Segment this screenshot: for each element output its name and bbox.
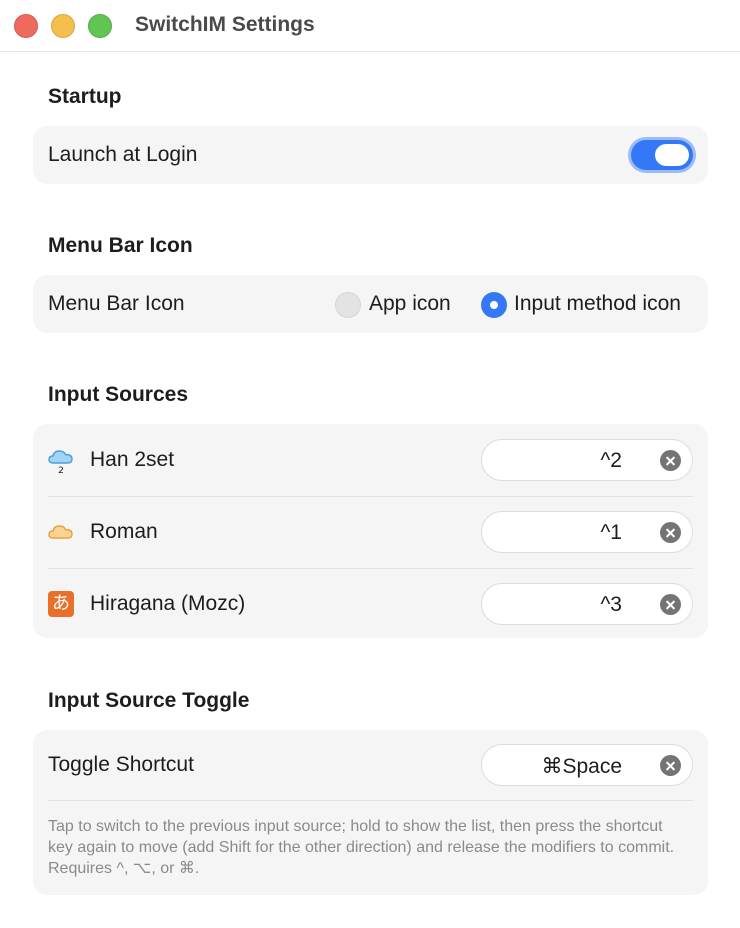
settings-window: SwitchIM Settings Startup Launch at Logi… — [0, 0, 740, 928]
shortcut-value: ^2 — [600, 449, 622, 472]
clear-shortcut-icon[interactable] — [660, 522, 681, 543]
zoom-window-button[interactable] — [88, 14, 112, 38]
shortcut-value: ^1 — [600, 521, 622, 544]
svg-text:2: 2 — [58, 466, 64, 474]
hiragana-a-icon: あ — [48, 591, 74, 617]
menu-bar-icon-label: Menu Bar Icon — [48, 292, 185, 315]
title-bar: SwitchIM Settings — [0, 0, 740, 52]
clear-shortcut-icon[interactable] — [660, 450, 681, 471]
minimize-window-button[interactable] — [51, 14, 75, 38]
input-method-icon-radio[interactable] — [481, 292, 507, 318]
input-source-row-han-2set: 2 Han 2set ^2 — [33, 424, 708, 496]
input-source-name: Roman — [90, 520, 158, 543]
launch-at-login-toggle[interactable] — [631, 140, 693, 170]
shortcut-value: ^3 — [600, 593, 622, 616]
input-source-row-hiragana: あ Hiragana (Mozc) ^3 — [33, 568, 708, 640]
row-divider — [48, 800, 693, 801]
cloud-orange-icon — [48, 525, 73, 539]
clear-shortcut-icon[interactable] — [660, 594, 681, 615]
app-icon-radio[interactable] — [335, 292, 361, 318]
cloud-blue-2-icon: 2 — [48, 450, 73, 474]
section-header-input-source-toggle: Input Source Toggle — [48, 689, 250, 712]
window-title: SwitchIM Settings — [135, 13, 315, 36]
toggle-knob — [655, 144, 689, 166]
startup-card: Launch at Login — [33, 126, 708, 184]
toggle-shortcut-recorder[interactable]: ⌘Space — [481, 744, 693, 786]
input-source-name: Han 2set — [90, 448, 175, 471]
shortcut-value: ⌘Space — [541, 755, 622, 778]
input-source-toggle-card: Toggle Shortcut ⌘Space Tap to switch to … — [33, 730, 708, 895]
close-window-button[interactable] — [14, 14, 38, 38]
launch-at-login-label: Launch at Login — [48, 143, 198, 166]
app-icon-radio-label[interactable]: App icon — [369, 292, 451, 316]
input-method-icon-radio-label[interactable]: Input method icon — [514, 292, 681, 316]
settings-content: Startup Launch at Login Menu Bar Icon Me… — [0, 53, 740, 928]
toggle-shortcut-label: Toggle Shortcut — [48, 753, 194, 776]
shortcut-recorder-hiragana[interactable]: ^3 — [481, 583, 693, 625]
shortcut-recorder-roman[interactable]: ^1 — [481, 511, 693, 553]
section-header-input-sources: Input Sources — [48, 383, 189, 406]
toggle-help-text: Tap to switch to the previous input sour… — [48, 818, 675, 877]
input-source-row-roman: Roman ^1 — [33, 496, 708, 568]
input-source-name: Hiragana (Mozc) — [90, 592, 246, 615]
shortcut-recorder-han-2set[interactable]: ^2 — [481, 439, 693, 481]
input-sources-card: 2 Han 2set ^2 Roman ^1 あ Hiragana (Mozc)… — [33, 424, 708, 638]
clear-shortcut-icon[interactable] — [660, 755, 681, 776]
menu-bar-icon-card: Menu Bar Icon App icon Input method icon — [33, 275, 708, 333]
section-header-menu-bar-icon: Menu Bar Icon — [48, 234, 193, 257]
section-header-startup: Startup — [48, 85, 122, 108]
